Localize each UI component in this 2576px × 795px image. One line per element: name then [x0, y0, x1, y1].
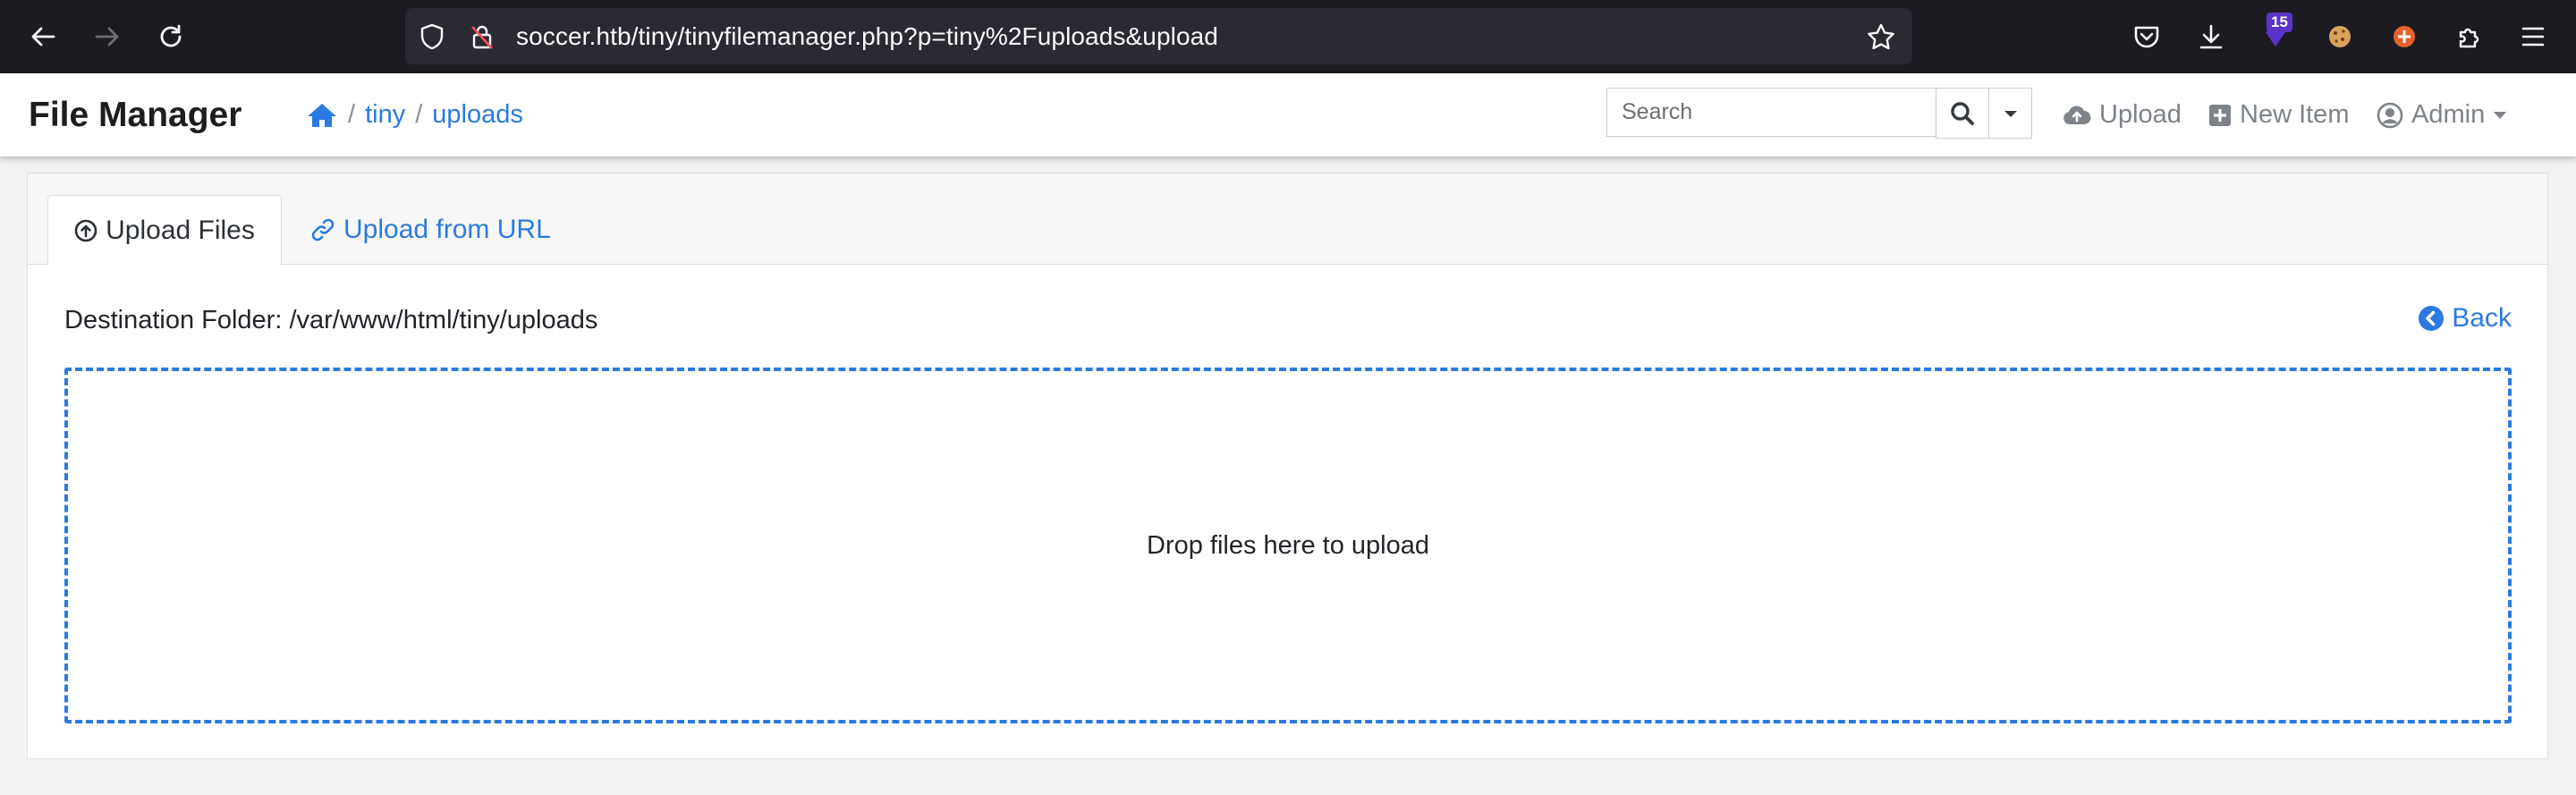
nav-actions: Upload — [2063, 73, 2182, 156]
shield-icon[interactable] — [419, 23, 445, 50]
url-text[interactable]: soccer.htb/tiny/tinyfilemanager.php?p=ti… — [516, 8, 1218, 64]
downloads-icon[interactable] — [2190, 16, 2232, 57]
search-icon — [1951, 101, 1974, 125]
nav-actions-user: Admin — [2377, 73, 2507, 156]
chevron-circle-left-icon — [2419, 306, 2445, 331]
new-item-link[interactable]: New Item — [2208, 100, 2349, 130]
new-item-label: New Item — [2240, 100, 2350, 129]
user-circle-icon — [2377, 102, 2403, 128]
upload-link[interactable]: Upload — [2063, 100, 2182, 130]
burp-extension-icon[interactable] — [2384, 16, 2425, 57]
back-link[interactable]: Back — [2418, 303, 2512, 334]
nav-actions-new: New Item — [2208, 73, 2349, 156]
admin-label: Admin — [2411, 100, 2486, 129]
bookmark-star-icon[interactable] — [1867, 23, 1895, 50]
caret-down-icon — [2004, 110, 2017, 117]
arrow-circle-up-icon — [74, 219, 97, 241]
breadcrumb-separator: / — [415, 100, 423, 129]
search-button[interactable] — [1936, 88, 1989, 139]
cloud-upload-icon — [2063, 105, 2091, 124]
back-label: Back — [2452, 303, 2512, 333]
breadcrumb-tiny[interactable]: tiny — [365, 100, 405, 130]
extensions-puzzle-icon[interactable] — [2448, 16, 2489, 57]
breadcrumb-uploads[interactable]: uploads — [432, 100, 523, 130]
card-header: Upload Files Upload from URL — [28, 173, 2547, 266]
cookie-icon[interactable] — [2319, 16, 2360, 57]
link-icon — [311, 218, 335, 241]
menu-hamburger-icon[interactable] — [2512, 16, 2554, 57]
tab-upload-files-label: Upload Files — [106, 215, 255, 245]
brand-title[interactable]: File Manager — [29, 73, 242, 156]
reload-icon[interactable] — [150, 16, 191, 57]
dropzone-message: Drop files here to upload — [1147, 530, 1429, 560]
search-input[interactable] — [1606, 88, 1936, 137]
forward-arrow-icon[interactable] — [87, 16, 128, 57]
home-icon[interactable] — [306, 101, 338, 130]
upload-label: Upload — [2099, 100, 2182, 129]
destination-folder: Destination Folder: /var/www/html/tiny/u… — [64, 306, 598, 334]
upload-card: Upload Files Upload from URL Destination… — [27, 173, 2548, 759]
search-options-dropdown[interactable] — [1989, 88, 2032, 139]
plus-square-icon — [2209, 104, 2231, 126]
breadcrumb-separator: / — [348, 100, 356, 129]
extension-badge: 15 — [2267, 13, 2292, 32]
tab-upload-from-url-label: Upload from URL — [343, 215, 551, 244]
tab-upload-files[interactable]: Upload Files — [47, 195, 282, 266]
tab-upload-from-url[interactable]: Upload from URL — [310, 195, 551, 265]
pocket-icon[interactable] — [2126, 16, 2167, 57]
app-navbar: File Manager / tiny / uploads — [0, 73, 2576, 156]
search-group — [1606, 88, 2032, 139]
admin-menu[interactable]: Admin — [2377, 100, 2507, 130]
insecure-lock-icon[interactable] — [470, 23, 495, 50]
address-bar[interactable]: soccer.htb/tiny/tinyfilemanager.php?p=ti… — [405, 8, 1912, 64]
back-arrow-icon[interactable] — [22, 16, 64, 57]
caret-down-icon — [2494, 111, 2507, 119]
browser-toolbar: soccer.htb/tiny/tinyfilemanager.php?p=ti… — [0, 0, 2576, 73]
breadcrumb: / tiny / uploads — [306, 73, 523, 156]
file-dropzone[interactable]: Drop files here to upload — [64, 368, 2512, 723]
